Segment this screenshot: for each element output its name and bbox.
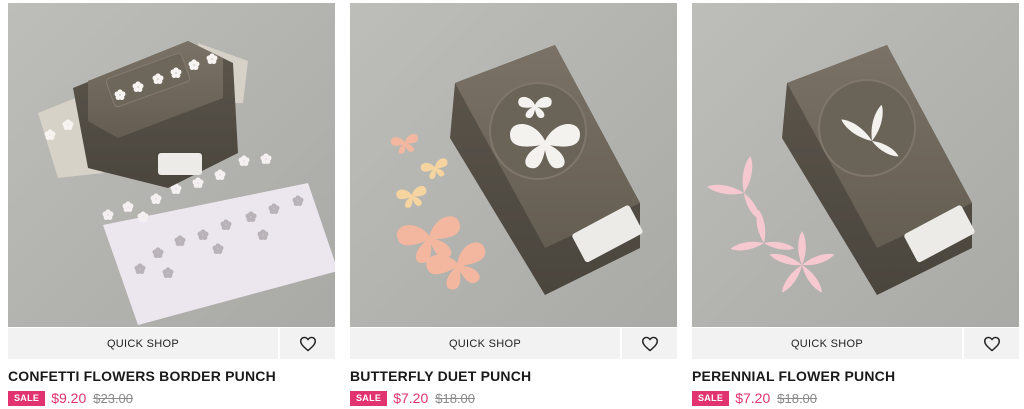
confetti-flowers-punch-photo — [8, 3, 335, 327]
sale-badge: SALE — [8, 390, 46, 406]
product-card: QUICK SHOP PERENNIAL FLOWER PUNCH SALE $… — [692, 0, 1019, 409]
sale-price: $7.20 — [393, 390, 429, 406]
heart-outline-icon — [299, 336, 316, 351]
favorite-button[interactable] — [964, 328, 1019, 359]
product-image[interactable] — [350, 3, 677, 327]
heart-outline-icon — [641, 336, 658, 351]
product-grid: QUICK SHOP CONFETTI FLOWERS BORDER PUNCH… — [0, 0, 1024, 409]
favorite-button[interactable] — [622, 328, 677, 359]
butterfly-duet-punch-photo — [350, 3, 677, 327]
product-card: QUICK SHOP CONFETTI FLOWERS BORDER PUNCH… — [8, 0, 335, 409]
original-price: $18.00 — [435, 390, 476, 406]
perennial-flower-punch-photo — [692, 3, 1019, 327]
price-row: SALE $7.20 $18.00 — [350, 389, 475, 407]
sale-price: $9.20 — [51, 390, 87, 406]
product-name[interactable]: BUTTERFLY DUET PUNCH — [350, 368, 531, 384]
sale-badge: SALE — [350, 390, 388, 406]
original-price: $18.00 — [777, 390, 818, 406]
original-price: $23.00 — [93, 390, 134, 406]
quick-shop-button[interactable]: QUICK SHOP — [350, 328, 620, 359]
sale-price: $7.20 — [735, 390, 771, 406]
product-image[interactable] — [692, 3, 1019, 327]
card-actions: QUICK SHOP — [8, 328, 335, 360]
heart-outline-icon — [983, 336, 1000, 351]
price-row: SALE $9.20 $23.00 — [8, 389, 133, 407]
card-actions: QUICK SHOP — [350, 328, 677, 360]
card-actions: QUICK SHOP — [692, 328, 1019, 360]
product-image[interactable] — [8, 3, 335, 327]
product-card: QUICK SHOP BUTTERFLY DUET PUNCH SALE $7.… — [350, 0, 677, 409]
product-name[interactable]: CONFETTI FLOWERS BORDER PUNCH — [8, 368, 276, 384]
price-row: SALE $7.20 $18.00 — [692, 389, 817, 407]
quick-shop-button[interactable]: QUICK SHOP — [692, 328, 962, 359]
sale-badge: SALE — [692, 390, 730, 406]
product-name[interactable]: PERENNIAL FLOWER PUNCH — [692, 368, 895, 384]
favorite-button[interactable] — [280, 328, 335, 359]
quick-shop-button[interactable]: QUICK SHOP — [8, 328, 278, 359]
